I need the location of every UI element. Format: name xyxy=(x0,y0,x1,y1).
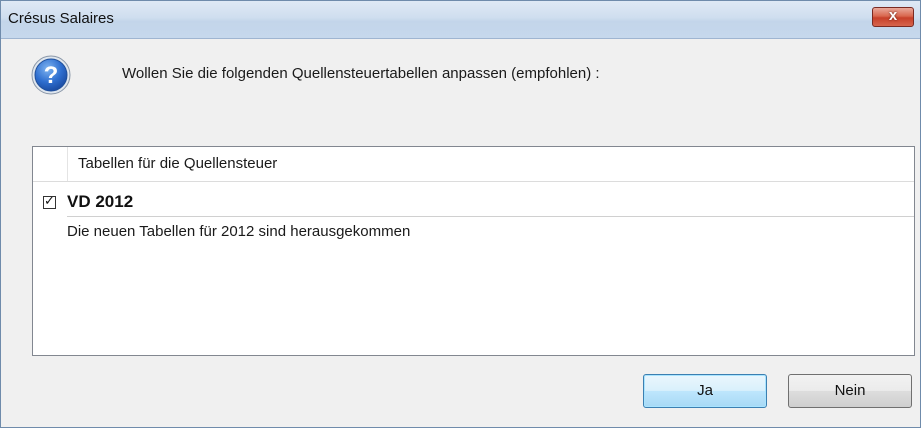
window-title: Crésus Salaires xyxy=(8,10,114,27)
table-list[interactable]: Tabellen für die Quellensteuer ✓ VD 2012… xyxy=(32,146,915,356)
close-icon: x xyxy=(888,7,898,24)
item-title: VD 2012 xyxy=(67,192,134,211)
close-button[interactable]: x xyxy=(872,7,914,27)
dialog-window: Crésus Salaires x ? Wollen Sie die folge… xyxy=(0,0,921,428)
question-icon: ? xyxy=(31,55,71,95)
prompt-text: Wollen Sie die folgenden Quellensteuerta… xyxy=(122,65,600,82)
item-description: Die neuen Tabellen für 2012 sind herausg… xyxy=(67,223,411,240)
checkmark-icon: ✓ xyxy=(44,193,55,208)
list-item[interactable]: ✓ VD 2012 Die neuen Tabellen für 2012 si… xyxy=(33,185,914,250)
no-button[interactable]: Nein xyxy=(788,374,912,408)
yes-button[interactable]: Ja xyxy=(643,374,767,408)
row-divider xyxy=(67,216,914,217)
svg-text:?: ? xyxy=(44,62,59,89)
item-checkbox[interactable]: ✓ xyxy=(43,193,56,209)
column-header-label: Tabellen für die Quellensteuer xyxy=(78,155,278,172)
list-header: Tabellen für die Quellensteuer xyxy=(33,147,914,182)
title-bar[interactable]: Crésus Salaires x xyxy=(1,1,920,39)
header-gutter xyxy=(33,147,68,181)
